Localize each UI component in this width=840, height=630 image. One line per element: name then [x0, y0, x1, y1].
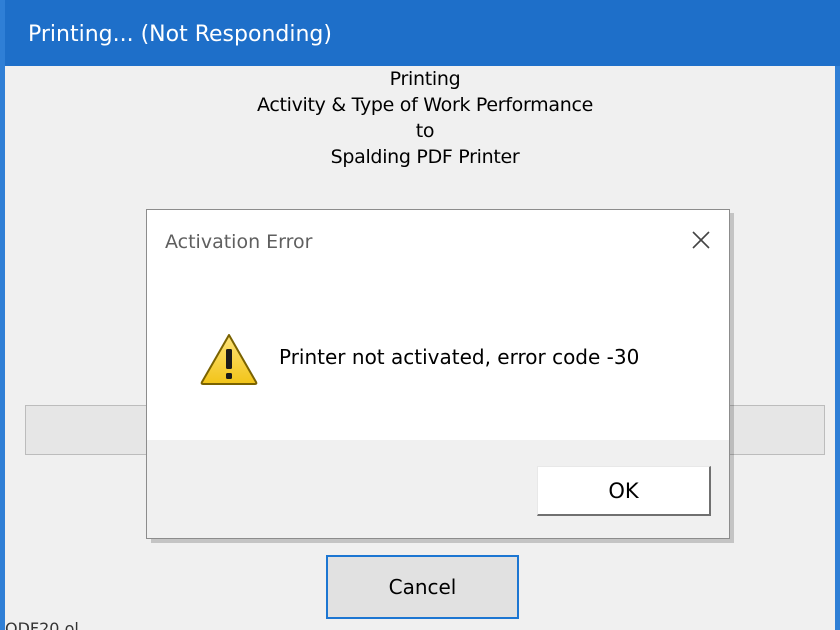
- warning-icon: [199, 332, 259, 386]
- print-document-name: Activity & Type of Work Performance: [256, 94, 594, 116]
- cancel-button[interactable]: Cancel: [326, 555, 519, 619]
- window-title: Printing... (Not Responding): [28, 22, 332, 47]
- print-status-line: to: [415, 120, 435, 142]
- print-status-text: Printing Activity & Type of Work Perform…: [5, 66, 840, 170]
- dialog-title: Activation Error: [165, 231, 313, 253]
- activation-error-dialog: Activation Error Printer not activated, …: [146, 209, 730, 539]
- print-status-line: Printing: [389, 68, 461, 90]
- title-bar[interactable]: Printing... (Not Responding): [5, 0, 840, 66]
- close-icon[interactable]: [685, 224, 717, 256]
- dialog-footer: OK: [147, 440, 729, 538]
- printer-name: Spalding PDF Printer: [330, 146, 520, 168]
- bottom-text: ODF20 ol: [5, 619, 79, 630]
- bottom-text-fragment: ODF20 ol: [5, 617, 115, 630]
- dialog-body: Printer not activated, error code -30: [147, 270, 729, 440]
- error-message: Printer not activated, error code -30: [279, 345, 640, 369]
- ok-button[interactable]: OK: [537, 466, 711, 516]
